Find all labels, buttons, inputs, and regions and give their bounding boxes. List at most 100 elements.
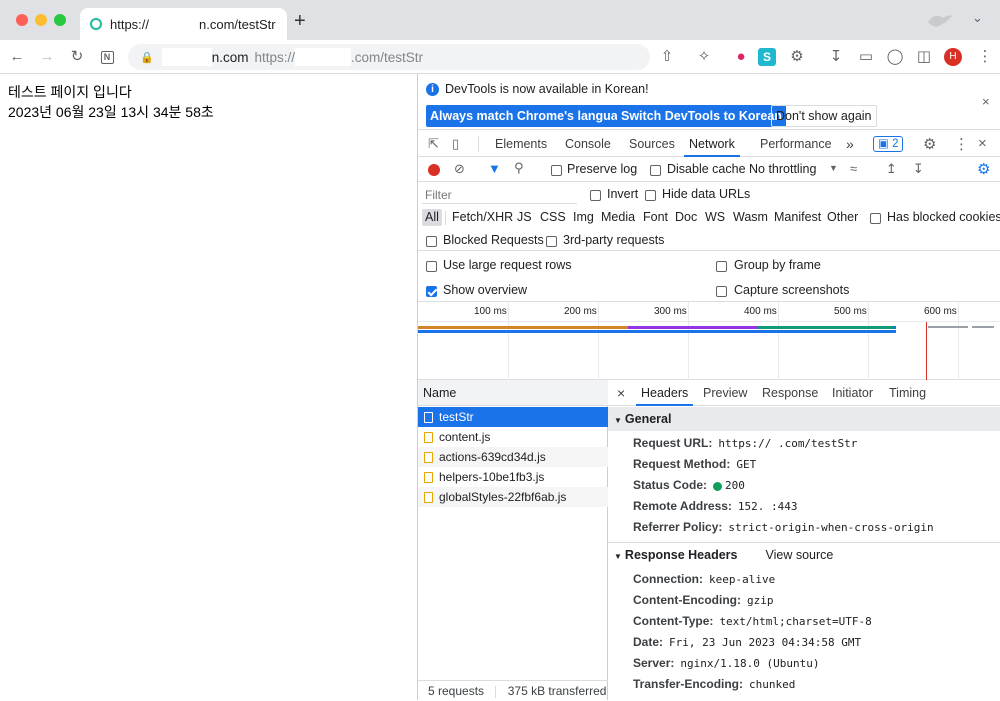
group-by-frame-checkbox[interactable] xyxy=(716,259,727,273)
export-har-icon[interactable]: ↧ xyxy=(913,161,924,177)
dropdown-arrow-icon[interactable]: ▼ xyxy=(829,163,838,173)
issues-badge[interactable]: ▣ 2 xyxy=(873,136,904,152)
tab-timing[interactable]: Timing xyxy=(889,380,926,406)
request-name: content.js xyxy=(439,430,491,444)
tab-performance[interactable]: Performance xyxy=(760,131,832,157)
show-overview-checkbox[interactable] xyxy=(426,284,437,298)
tab-headers[interactable]: Headers xyxy=(636,380,694,406)
type-img[interactable]: Img xyxy=(573,209,594,226)
filter-icon[interactable]: ▼ xyxy=(488,161,501,176)
chevron-down-icon[interactable]: ⌄ xyxy=(972,10,983,26)
import-har-icon[interactable]: ↥ xyxy=(886,161,897,177)
header-value: GET xyxy=(736,458,757,471)
has-blocked-cookies-checkbox[interactable] xyxy=(870,211,881,225)
tab-console[interactable]: Console xyxy=(565,131,611,157)
notion-extension-icon[interactable]: N xyxy=(96,46,118,68)
request-row[interactable]: actions-639cd34d.js xyxy=(418,447,608,467)
maximize-window-button[interactable] xyxy=(54,14,66,26)
header-row: Transfer-Encoding: chunked xyxy=(633,674,795,694)
switch-to-korean-button[interactable]: Switch DevTools to Korean xyxy=(617,105,786,127)
throttling-select[interactable]: No throttling xyxy=(749,162,816,176)
request-row[interactable]: content.js xyxy=(418,427,608,447)
tab-network[interactable]: Network xyxy=(684,131,740,157)
general-section-header[interactable]: ▼ General xyxy=(608,407,1000,431)
forward-icon[interactable]: → xyxy=(36,46,58,68)
screenshot-icon[interactable]: ◯ xyxy=(884,46,906,68)
tab-response[interactable]: Response xyxy=(762,380,818,406)
view-source-link[interactable]: View source xyxy=(765,548,833,562)
minimize-window-button[interactable] xyxy=(35,14,47,26)
header-value: nginx/1.18.0 (Ubuntu) xyxy=(680,657,820,670)
type-other[interactable]: Other xyxy=(827,209,858,226)
s-extension-icon[interactable]: S xyxy=(758,48,776,66)
type-doc[interactable]: Doc xyxy=(675,209,697,226)
kebab-menu-icon[interactable]: ⋮ xyxy=(954,135,969,153)
search-icon[interactable]: ⚲ xyxy=(514,160,524,176)
header-row: Request URL: https:// .com/testStr xyxy=(633,433,857,453)
type-fetch-xhr[interactable]: Fetch/XHR xyxy=(452,209,513,226)
request-row[interactable]: testStr xyxy=(418,407,608,427)
hide-data-urls-checkbox[interactable] xyxy=(645,188,656,202)
profile-avatar[interactable]: H xyxy=(944,48,962,66)
pocket-icon[interactable]: ● xyxy=(730,46,752,68)
third-party-checkbox[interactable] xyxy=(546,234,557,248)
back-icon[interactable]: ← xyxy=(6,46,28,68)
invert-checkbox[interactable] xyxy=(590,188,601,202)
request-row[interactable]: helpers-10be1fb3.js xyxy=(418,467,608,487)
tab-preview[interactable]: Preview xyxy=(703,380,747,406)
close-window-button[interactable] xyxy=(16,14,28,26)
address-bar[interactable]: 🔒 n.com https:// .com/testStr xyxy=(128,44,650,70)
disable-cache-checkbox[interactable] xyxy=(650,163,661,177)
close-infobar-icon[interactable]: × xyxy=(982,94,990,109)
type-js[interactable]: JS xyxy=(517,209,532,226)
preserve-log-checkbox[interactable] xyxy=(551,163,562,177)
large-rows-checkbox[interactable] xyxy=(426,259,437,273)
checkbox-icon xyxy=(426,236,437,248)
tab-elements[interactable]: Elements xyxy=(495,131,547,157)
filter-input[interactable]: Filter xyxy=(422,186,577,204)
device-toolbar-icon[interactable]: ▯ xyxy=(452,136,459,152)
tab-initiator[interactable]: Initiator xyxy=(832,380,873,406)
checkbox-icon xyxy=(590,190,601,202)
record-icon[interactable] xyxy=(428,164,440,176)
header-key: Date: xyxy=(633,635,664,649)
cast-icon[interactable]: ▭ xyxy=(855,46,877,68)
close-devtools-icon[interactable]: × xyxy=(978,135,987,152)
type-manifest[interactable]: Manifest xyxy=(774,209,821,226)
network-conditions-icon[interactable]: ≈ xyxy=(850,161,857,176)
request-row[interactable]: globalStyles-22fbf6ab.js xyxy=(418,487,608,507)
inspect-element-icon[interactable]: ⇱ xyxy=(428,136,439,152)
download-icon[interactable]: ↧ xyxy=(825,46,847,68)
type-media[interactable]: Media xyxy=(601,209,635,226)
type-wasm[interactable]: Wasm xyxy=(733,209,768,226)
settings-row-1: Use large request rows Group by frame xyxy=(418,254,1000,276)
type-css[interactable]: CSS xyxy=(540,209,566,226)
new-tab-button[interactable]: + xyxy=(294,11,306,31)
tab-sources[interactable]: Sources xyxy=(629,131,675,157)
close-detail-icon[interactable]: × xyxy=(617,380,625,406)
puzzle-icon[interactable]: ✧ xyxy=(693,46,715,68)
dont-show-again-button[interactable]: Don't show again xyxy=(771,105,877,127)
type-ws[interactable]: WS xyxy=(705,209,725,226)
extensions-icon[interactable]: ⚙ xyxy=(786,46,808,68)
always-match-language-button[interactable]: Always match Chrome's language xyxy=(426,105,637,127)
share-icon[interactable]: ⇧ xyxy=(656,46,678,68)
browser-tab[interactable]: https:// n.com/testStr xyxy=(80,8,287,40)
type-font[interactable]: Font xyxy=(643,209,668,226)
response-headers-section-header[interactable]: ▼ Response Headers View source xyxy=(608,543,1000,567)
more-tabs-button[interactable]: » xyxy=(846,131,854,157)
triangle-down-icon: ▼ xyxy=(614,552,622,561)
capture-screenshots-checkbox[interactable] xyxy=(716,284,727,298)
sidepanel-icon[interactable]: ◫ xyxy=(913,46,935,68)
clear-icon[interactable]: ⊘ xyxy=(454,161,465,177)
reload-icon[interactable]: ↻ xyxy=(66,46,88,68)
network-overview[interactable]: 100 ms 200 ms 300 ms 400 ms 500 ms 600 m… xyxy=(418,302,1000,380)
overview-bar-render xyxy=(758,326,893,329)
name-column-header[interactable]: Name xyxy=(418,380,608,406)
network-settings-icon[interactable]: ⚙ xyxy=(977,160,990,178)
gear-icon[interactable]: ⚙ xyxy=(923,135,936,153)
type-all[interactable]: All xyxy=(422,209,442,226)
menu-icon[interactable]: ⋮ xyxy=(974,46,996,68)
omnibox-url-suffix: .com/testStr xyxy=(351,49,424,65)
blocked-requests-checkbox[interactable] xyxy=(426,234,437,248)
